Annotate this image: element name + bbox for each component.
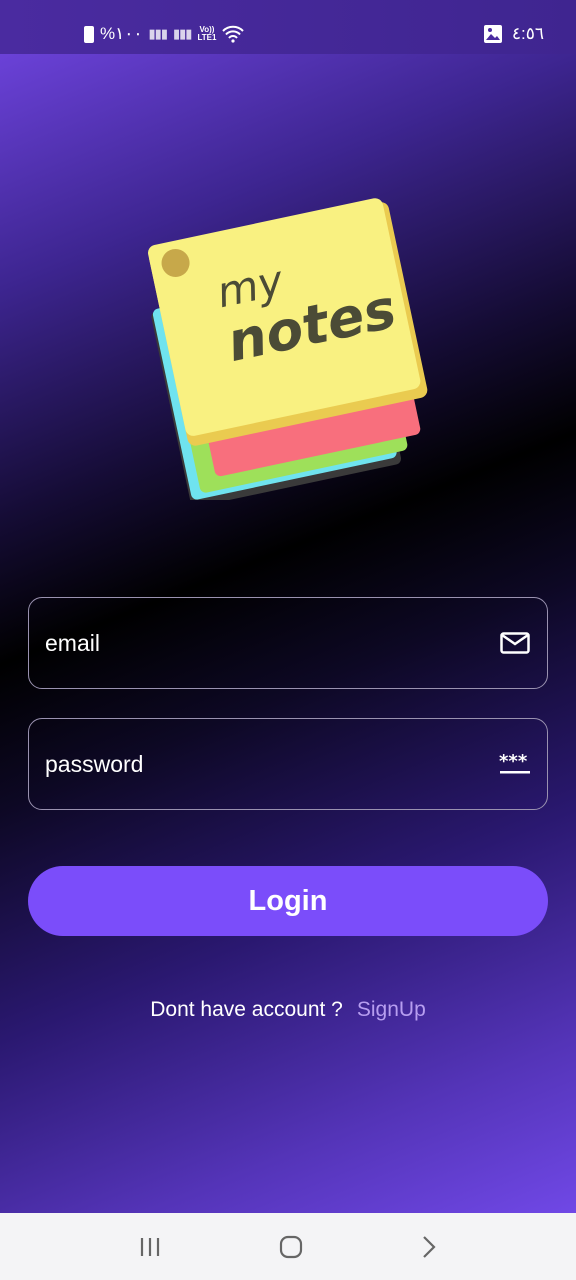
email-input[interactable] xyxy=(45,629,499,657)
signup-prompt-text: Dont have account ? xyxy=(150,998,343,1021)
password-input[interactable] xyxy=(45,750,499,778)
svg-text:***: *** xyxy=(499,753,528,772)
email-field[interactable] xyxy=(28,597,548,689)
my-notes-logo: my notes xyxy=(148,198,428,500)
battery-level: %١٠٠ xyxy=(100,24,143,43)
clock: ٤:٥٦ xyxy=(511,24,544,43)
login-button[interactable]: Login xyxy=(28,866,548,936)
password-icon: *** xyxy=(499,753,531,775)
status-bar: %١٠٠ ▮▮▮ ▮▮▮ Vo)) LTE1 ٤:٥٦ xyxy=(0,0,576,54)
login-screen: %١٠٠ ▮▮▮ ▮▮▮ Vo))LTE1 ٤:٥٦ my notes *** … xyxy=(0,0,576,1213)
signal-icon-2: ▮▮▮ xyxy=(173,26,192,41)
navigation-bar xyxy=(0,1213,576,1280)
password-field[interactable]: *** xyxy=(28,718,548,810)
back-button[interactable] xyxy=(421,1235,437,1259)
lte-indicator: Vo)) LTE1 xyxy=(197,25,217,42)
mail-icon xyxy=(499,632,531,654)
signup-link[interactable]: SignUp xyxy=(357,998,426,1021)
recent-apps-button[interactable] xyxy=(139,1237,161,1257)
wifi-icon xyxy=(222,25,245,43)
image-notification-icon xyxy=(483,25,502,43)
home-button[interactable] xyxy=(279,1235,303,1259)
signup-prompt: Dont have account ? SignUp xyxy=(0,998,576,1022)
battery-icon xyxy=(84,25,94,43)
signal-icon: ▮▮▮ xyxy=(148,26,168,41)
